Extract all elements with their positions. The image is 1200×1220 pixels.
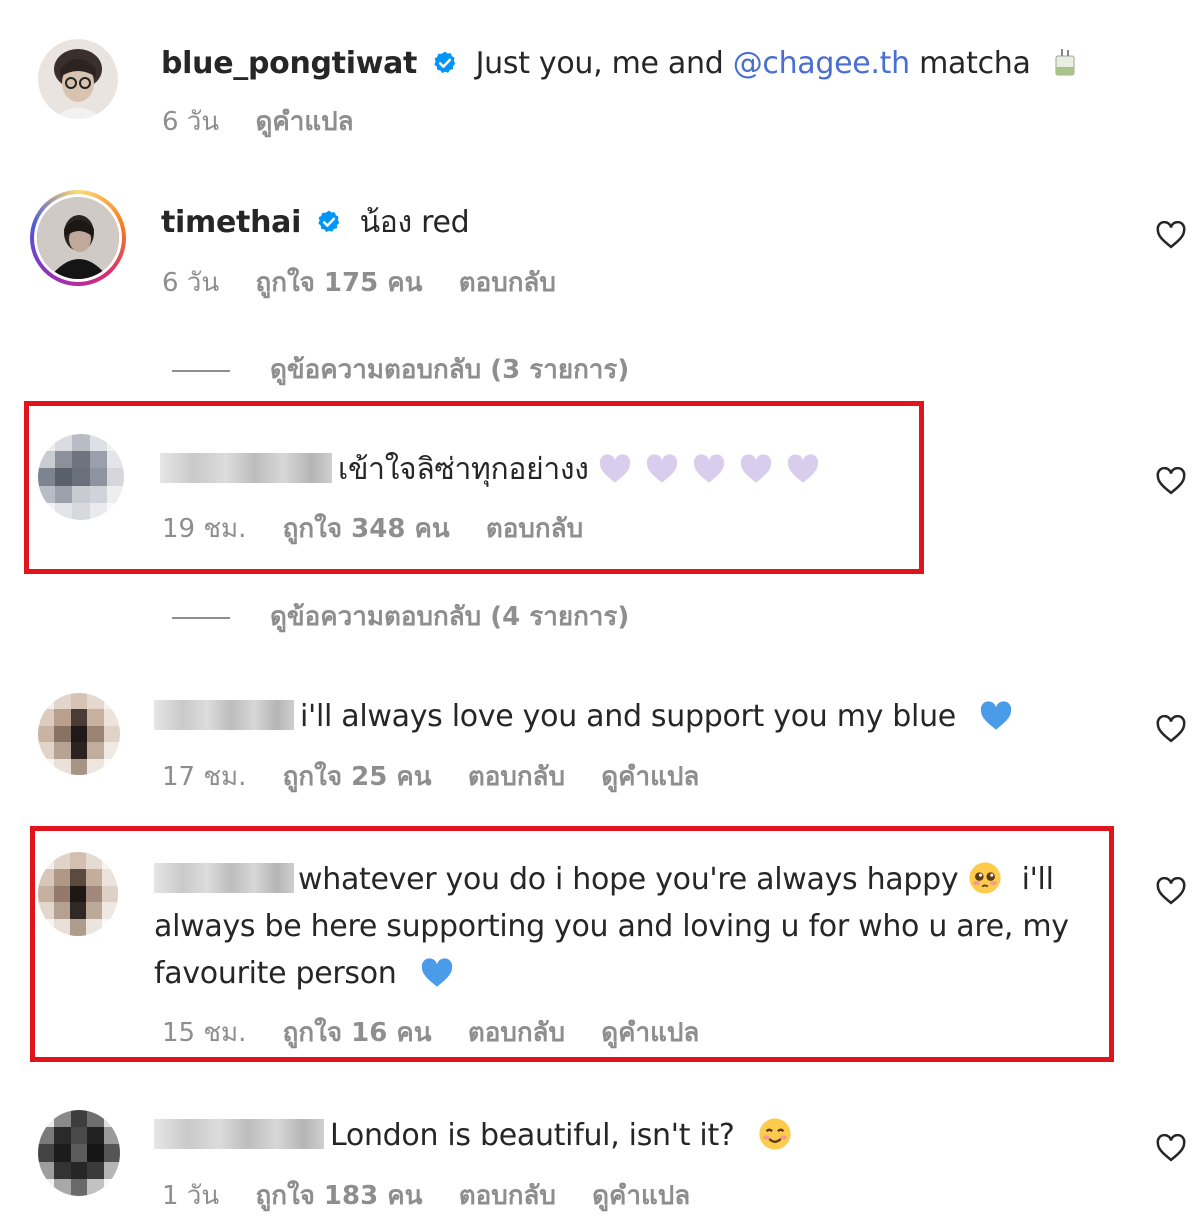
likes-count[interactable]: ถูกใจ 16 คน bbox=[283, 1018, 432, 1048]
like-heart-icon[interactable] bbox=[1156, 714, 1186, 743]
reply-button[interactable]: ตอบกลับ bbox=[486, 514, 583, 544]
replies-divider bbox=[172, 616, 230, 619]
comment-time: 17 ชม. bbox=[162, 762, 247, 792]
reply-button[interactable]: ตอบกลับ bbox=[468, 1018, 565, 1048]
comment-text: เข้าใจลิซ่าทุกอย่างง bbox=[338, 452, 589, 487]
view-replies-label: ดูข้อความตอบกลับ (4 รายการ) bbox=[270, 602, 630, 632]
purple-heart-emoji bbox=[740, 454, 772, 483]
purple-heart-emoji bbox=[646, 454, 678, 483]
reply-button[interactable]: ตอบกลับ bbox=[459, 1181, 556, 1211]
smiling-face-emoji bbox=[759, 1118, 791, 1150]
see-translation-button[interactable]: ดูคำแปล bbox=[601, 762, 699, 792]
comment-time: 1 วัน bbox=[162, 1181, 220, 1211]
see-translation-button[interactable]: ดูคำแปล bbox=[601, 1018, 699, 1048]
avatar-blurred[interactable] bbox=[38, 852, 118, 936]
view-replies-button[interactable]: ดูข้อความตอบกลับ (3 รายการ) bbox=[172, 353, 629, 387]
likes-count[interactable]: ถูกใจ 175 คน bbox=[255, 268, 422, 298]
verified-badge-icon bbox=[318, 210, 340, 232]
comment-time: 6 วัน bbox=[162, 268, 220, 298]
avatar-photo bbox=[38, 39, 118, 119]
blue-heart-emoji bbox=[981, 701, 1012, 730]
avatar[interactable] bbox=[38, 39, 118, 119]
purple-heart-emoji bbox=[787, 454, 819, 483]
username-blurred[interactable] bbox=[154, 700, 294, 730]
like-heart-icon[interactable] bbox=[1156, 876, 1186, 905]
purple-heart-emoji bbox=[693, 454, 725, 483]
avatar-blurred[interactable] bbox=[38, 693, 120, 775]
comment-text: London is beautiful, isn't it? bbox=[330, 1118, 735, 1153]
like-heart-icon[interactable] bbox=[1156, 220, 1186, 249]
likes-count[interactable]: ถูกใจ 348 คน bbox=[283, 514, 450, 544]
avatar bbox=[34, 194, 122, 282]
avatar-blurred[interactable] bbox=[38, 1110, 120, 1196]
comment-time: 15 ชม. bbox=[162, 1018, 247, 1048]
comment-time: 6 วัน bbox=[162, 107, 220, 137]
username-blurred[interactable] bbox=[154, 863, 294, 893]
username-blurred[interactable] bbox=[160, 453, 332, 483]
view-replies-button[interactable]: ดูข้อความตอบกลับ (4 รายการ) bbox=[172, 600, 629, 634]
blue-heart-emoji bbox=[421, 958, 452, 987]
comment-text: i'll always love you and support you my … bbox=[300, 699, 956, 734]
comment-text: whatever you do i hope you're always hap… bbox=[298, 862, 959, 897]
view-replies-label: ดูข้อความตอบกลับ (3 รายการ) bbox=[270, 355, 630, 385]
comment-time: 19 ชม. bbox=[162, 514, 247, 544]
see-translation-button[interactable]: ดูคำแปล bbox=[255, 107, 353, 137]
pleading-face-emoji bbox=[969, 862, 1001, 894]
reply-button[interactable]: ตอบกลับ bbox=[459, 268, 556, 298]
avatar-story-ring[interactable] bbox=[30, 190, 126, 286]
like-heart-icon[interactable] bbox=[1156, 1133, 1186, 1162]
likes-count[interactable]: ถูกใจ 25 คน bbox=[283, 762, 432, 792]
avatar-photo bbox=[37, 197, 119, 279]
verified-badge-icon bbox=[434, 51, 456, 73]
like-heart-icon[interactable] bbox=[1156, 466, 1186, 495]
purple-heart-emoji bbox=[599, 454, 631, 483]
comment-text-end: matcha bbox=[909, 46, 1031, 81]
comment-username[interactable]: blue_pongtiwat bbox=[161, 46, 417, 81]
see-translation-button[interactable]: ดูคำแปล bbox=[592, 1181, 690, 1211]
comment-text: Just you, me and bbox=[475, 46, 733, 81]
mention-link[interactable]: @chagee.th bbox=[733, 46, 910, 81]
comment-text: น้อง red bbox=[359, 205, 470, 240]
username-blurred[interactable] bbox=[154, 1119, 324, 1149]
replies-divider bbox=[172, 369, 230, 372]
avatar-blurred[interactable] bbox=[38, 434, 124, 520]
likes-count[interactable]: ถูกใจ 183 คน bbox=[255, 1181, 422, 1211]
drink-emoji bbox=[1055, 49, 1075, 76]
reply-button[interactable]: ตอบกลับ bbox=[468, 762, 565, 792]
comment-username[interactable]: timethai bbox=[161, 205, 301, 240]
